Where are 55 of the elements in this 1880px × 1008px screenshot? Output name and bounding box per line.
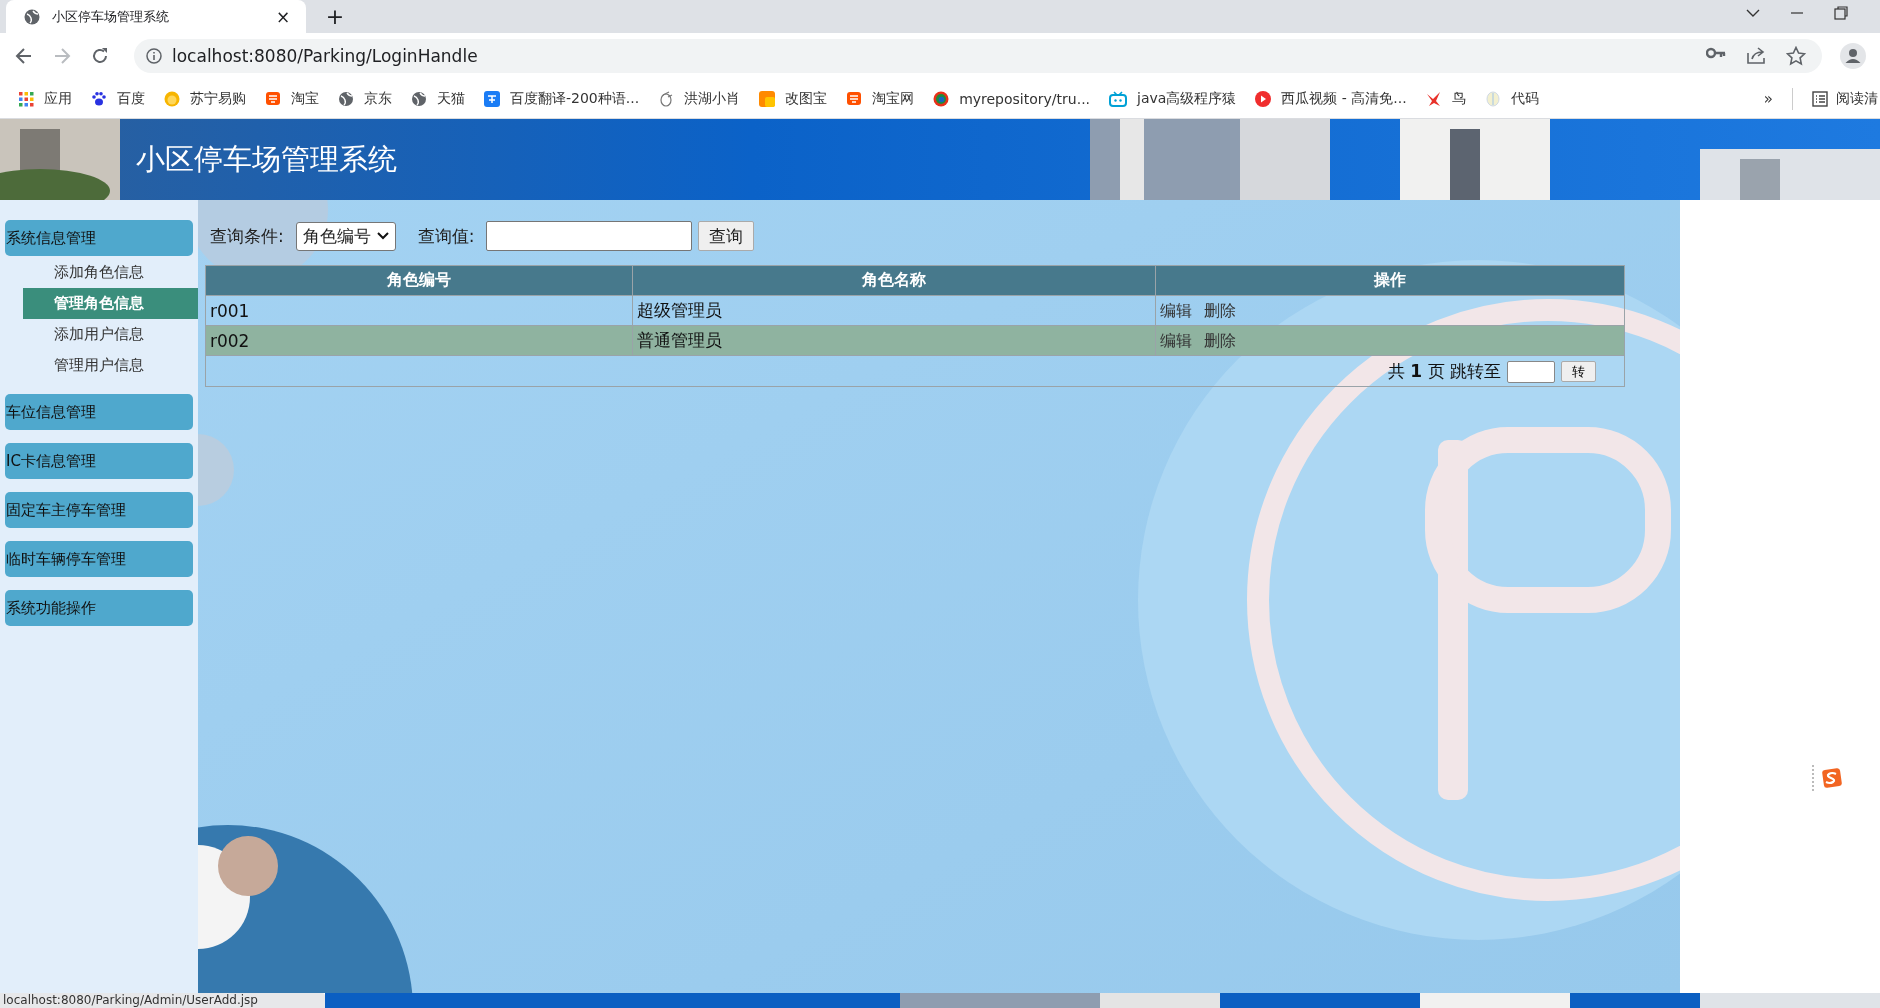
bookmark-item[interactable]: java高级程序猿 — [1109, 89, 1237, 108]
star-icon[interactable] — [1786, 46, 1806, 66]
globe-icon[interactable] — [338, 90, 354, 107]
close-tab-button[interactable]: × — [272, 5, 294, 28]
address-bar[interactable]: localhost:8080/Parking/LoginHandle — [134, 39, 1822, 73]
menu-group-button[interactable]: 系统信息管理 — [5, 220, 193, 256]
menu-item[interactable]: 管理用户信息 — [23, 350, 198, 381]
menu-group-button[interactable]: IC卡信息管理 — [5, 443, 193, 479]
bookmark-item[interactable]: 鸟 — [1425, 89, 1466, 108]
menu-group-button[interactable]: 固定车主停车管理 — [5, 492, 193, 528]
info-icon[interactable] — [146, 48, 162, 64]
share-icon[interactable] — [1746, 46, 1766, 64]
menu-group-button[interactable]: 临时车辆停车管理 — [5, 541, 193, 577]
tv-icon[interactable] — [1109, 90, 1128, 107]
bookmark-item[interactable]: 淘宝网 — [846, 89, 915, 108]
menu-item[interactable]: 添加角色信息 — [23, 257, 198, 288]
more-bookmarks-button[interactable]: » — [1763, 89, 1773, 108]
profile-icon[interactable] — [1840, 43, 1866, 69]
bookmark-item[interactable]: myrepository/tru... — [933, 90, 1091, 107]
apps-grid-icon[interactable] — [18, 90, 34, 107]
ime-logo-icon[interactable] — [1822, 768, 1842, 788]
tile-icon[interactable] — [846, 90, 863, 107]
bookmark-item[interactable]: 苏宁易购 — [164, 89, 246, 108]
bookmark-item[interactable]: 代码 — [1484, 89, 1539, 108]
bookmark-item[interactable]: 改图宝 — [759, 89, 828, 108]
status-bar: localhost:8080/Parking/Admin/UserAdd.jsp — [0, 993, 325, 1008]
bookmark-item[interactable]: 淘宝 — [265, 89, 319, 108]
restore-icon[interactable] — [1834, 6, 1848, 20]
list-icon — [1812, 90, 1828, 107]
menu-group-button[interactable]: 系统功能操作 — [5, 590, 193, 626]
bookmark-item[interactable]: 百度翻译-200种语... — [484, 89, 640, 108]
play-icon[interactable] — [1255, 90, 1272, 107]
menu-item[interactable]: 管理角色信息 — [23, 288, 198, 319]
bookmark-item[interactable]: 京东 — [338, 89, 392, 108]
translate-icon[interactable] — [484, 90, 500, 107]
swirl-icon[interactable] — [933, 90, 950, 107]
globe-icon[interactable] — [411, 90, 427, 107]
reload-icon[interactable] — [90, 46, 110, 66]
overlapping-squares-icon[interactable] — [759, 90, 776, 107]
browser-tab[interactable]: 小区停车场管理系统 × — [6, 0, 306, 33]
back-icon[interactable] — [14, 46, 34, 66]
chevron-down-icon[interactable] — [1746, 8, 1760, 18]
paw-icon[interactable] — [91, 90, 107, 107]
key-icon[interactable] — [1706, 46, 1726, 60]
menu-item[interactable]: 添加用户信息 — [23, 319, 198, 350]
globe-icon — [24, 8, 40, 25]
bookmark-item[interactable]: 百度 — [91, 89, 145, 108]
bookmark-item[interactable]: 洪湖小肖 — [658, 89, 741, 108]
bookmark-item[interactable]: 应用 — [18, 89, 72, 108]
bookmark-item[interactable]: 西瓜视频 - 高清免... — [1255, 89, 1407, 108]
bookmark-item[interactable]: 天猫 — [411, 89, 465, 108]
tile-icon[interactable] — [265, 90, 281, 107]
new-tab-button[interactable]: + — [322, 3, 348, 29]
reading-list-button[interactable]: 阅读清 — [1812, 89, 1878, 108]
menu-group-button[interactable]: 车位信息管理 — [5, 394, 193, 430]
